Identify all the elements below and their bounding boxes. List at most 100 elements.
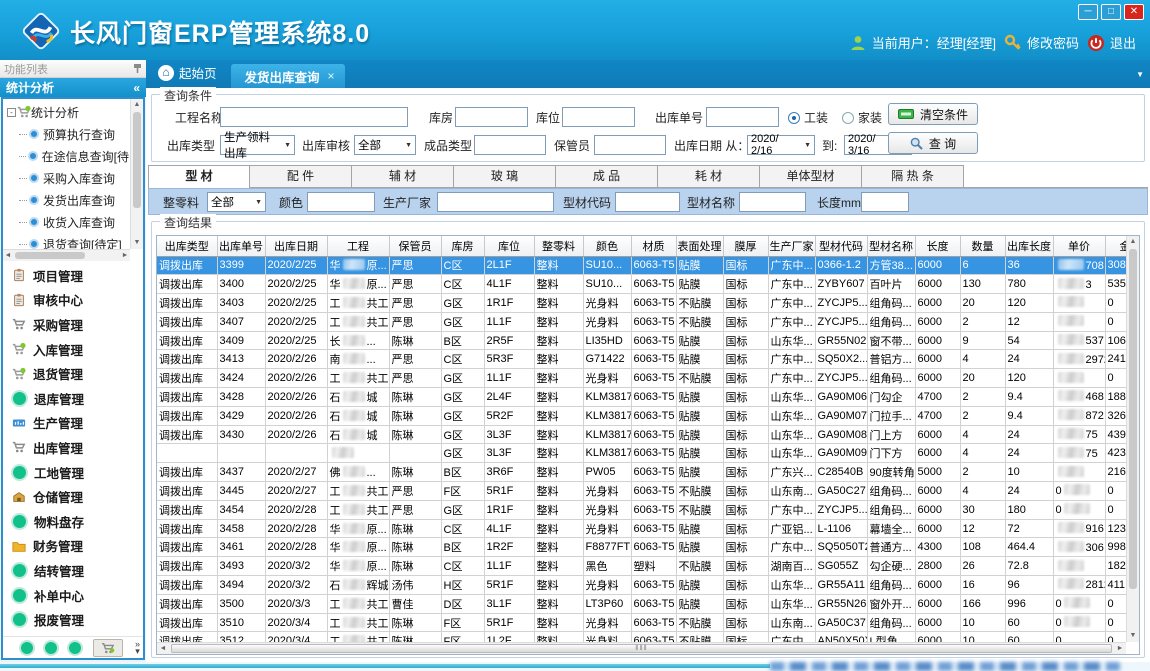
module-dot-button[interactable] — [21, 642, 33, 654]
grid-vertical-scrollbar[interactable]: ▲ ▼ — [1126, 236, 1139, 642]
material-tab-1[interactable]: 型 材 — [148, 165, 250, 187]
date-from-picker[interactable]: 2020/ 2/16▼ — [747, 135, 815, 155]
table-row[interactable]: 调拨出库33992020/2/25华原...严思C区2L1F整料SU10...6… — [157, 256, 1126, 275]
tree-root-statistics[interactable]: - 统计分析 — [5, 101, 129, 123]
table-row[interactable]: 调拨出库34242020/2/26工共工程严思G区1L1F整料光身料6063-T… — [157, 369, 1126, 388]
maximize-button[interactable]: □ — [1101, 4, 1121, 20]
out-type-select[interactable]: 生产领料出库▼ — [220, 135, 295, 155]
tab-close-icon[interactable]: × — [328, 69, 335, 83]
grid-column-header[interactable]: 出库长度 — [1005, 236, 1053, 256]
tab-shipment-query[interactable]: 发货出库查询 × — [231, 64, 345, 88]
material-tab-8[interactable]: 隔 热 条 — [862, 165, 964, 187]
material-tab-2[interactable]: 配 件 — [250, 165, 352, 187]
close-button[interactable]: ✕ — [1124, 4, 1144, 20]
table-row[interactable]: 调拨出库34282020/2/26石城陈琳G区2L4F整料KLM38176063… — [157, 388, 1126, 407]
profile-code-input[interactable] — [615, 192, 680, 212]
material-tab-5[interactable]: 成 品 — [556, 165, 658, 187]
table-row[interactable]: 调拨出库35102020/3/4工共工程陈琳F区5R1F整料光身料6063-T5… — [157, 613, 1126, 632]
sidebar-module-退货管理[interactable]: 退货管理 — [3, 361, 143, 386]
grid-column-header[interactable]: 金 — [1105, 236, 1126, 256]
table-row[interactable]: 调拨出库34302020/2/26石城陈琳G区3L3F整料KLM38176063… — [157, 425, 1126, 444]
location-input[interactable] — [562, 107, 635, 127]
grid-horizontal-scrollbar[interactable]: ◄ ⦀⦀⦀ ► — [157, 642, 1126, 654]
grid-column-header[interactable]: 出库日期 — [265, 236, 327, 256]
sidebar-module-财务管理[interactable]: 财务管理 — [3, 534, 143, 559]
grid-column-header[interactable]: 出库类型 — [157, 236, 217, 256]
sidebar-module-生产管理[interactable]: 生产管理 — [3, 411, 143, 436]
product-type-input[interactable] — [474, 135, 546, 155]
table-row[interactable]: 调拨出库35122020/3/4工共工程陈琳F区1L2F整料光身料6063-T5… — [157, 632, 1126, 642]
scroll-right-arrow[interactable]: ► — [1114, 643, 1126, 655]
grid-column-header[interactable]: 出库单号 — [217, 236, 265, 256]
grid-column-header[interactable]: 数量 — [960, 236, 1005, 256]
table-row[interactable]: 调拨出库34092020/2/25长...陈琳B区2R5F整料LI35HD606… — [157, 331, 1126, 350]
keeper-input[interactable] — [594, 135, 666, 155]
table-row[interactable]: 调拨出库34132020/2/26南...严思C区5R3F整料G71422606… — [157, 350, 1126, 369]
scroll-up-arrow[interactable]: ▲ — [1127, 236, 1139, 248]
scroll-left-arrow[interactable]: ◄ — [157, 643, 169, 655]
tab-home[interactable]: ⌂ 起始页 — [146, 63, 231, 88]
minimize-button[interactable]: ─ — [1078, 4, 1098, 20]
sidebar-module-入库管理[interactable]: 入库管理 — [3, 337, 143, 362]
warehouse-input[interactable] — [455, 107, 528, 127]
table-row[interactable]: 调拨出库34612020/2/28华原...陈琳B区1R2F整料F8877FT6… — [157, 538, 1126, 557]
table-row[interactable]: 调拨出库34072020/2/25工共工程严思G区1L1F整料光身料6063-T… — [157, 312, 1126, 331]
tab-list-dropdown-icon[interactable]: ▼ — [1136, 70, 1144, 79]
sidebar-module-退库管理[interactable]: 退库管理 — [3, 386, 143, 411]
table-row[interactable]: 调拨出库34932020/3/2华原...陈琳C区1L1F整料黑色塑料不贴膜国标… — [157, 557, 1126, 576]
material-tab-7[interactable]: 单体型材 — [760, 165, 862, 187]
grid-column-header[interactable]: 生产厂家 — [768, 236, 815, 256]
sidebar-module-报废管理[interactable]: 报废管理 — [3, 607, 143, 632]
sidebar-module-项目管理[interactable]: 项目管理 — [3, 263, 143, 288]
scroll-right-arrow[interactable]: ► — [120, 250, 130, 261]
audit-select[interactable]: 全部▼ — [354, 135, 416, 155]
table-row[interactable]: 调拨出库35002020/3/3工共工程曹佳D区3L1F整料LT3P606063… — [157, 594, 1126, 613]
tree-item[interactable]: 预算执行查询 — [5, 123, 129, 145]
tree-item[interactable]: 采购入库查询 — [5, 167, 129, 189]
statistics-section-header[interactable]: 统计分析 « — [0, 78, 146, 97]
tree-item[interactable]: 发货出库查询 — [5, 189, 129, 211]
whole-part-select[interactable]: 全部▼ — [207, 192, 266, 212]
sidebar-module-仓储管理[interactable]: 仓储管理 — [3, 484, 143, 509]
grid-column-header[interactable]: 保管员 — [389, 236, 441, 256]
grid-column-header[interactable]: 整零料 — [534, 236, 583, 256]
sidebar-module-结转管理[interactable]: 结转管理 — [3, 558, 143, 583]
tree-item[interactable]: 在途信息查询[待 — [5, 145, 129, 167]
grid-column-header[interactable]: 工程 — [327, 236, 389, 256]
overflow-chevron[interactable]: »▾ — [135, 641, 140, 655]
tree-expand-icon[interactable]: - — [7, 108, 16, 117]
table-row[interactable]: 调拨出库34452020/2/27工共工程严思F区5R1F整料光身料6063-T… — [157, 482, 1126, 501]
cart-quick-button[interactable] — [93, 639, 123, 657]
search-button[interactable]: 查 询 — [888, 132, 978, 154]
material-tab-6[interactable]: 耗 材 — [658, 165, 760, 187]
sidebar-module-出库管理[interactable]: 出库管理 — [3, 435, 143, 460]
radio-gongzhuang[interactable]: 工装 — [788, 109, 828, 126]
change-password-button[interactable]: 修改密码 — [1004, 33, 1079, 52]
grid-column-header[interactable]: 长度 — [915, 236, 960, 256]
table-row[interactable]: 调拨出库34032020/2/25工共工程严思G区1R1F整料光身料6063-T… — [157, 294, 1126, 313]
order-no-input[interactable] — [706, 107, 779, 127]
scroll-left-arrow[interactable]: ◄ — [3, 250, 13, 261]
clear-conditions-button[interactable]: 清空条件 — [888, 103, 978, 125]
grid-column-header[interactable]: 表面处理 — [676, 236, 723, 256]
scroll-down-arrow[interactable]: ▼ — [131, 237, 143, 249]
grid-column-header[interactable]: 库位 — [484, 236, 534, 256]
grid-column-header[interactable]: 膜厚 — [723, 236, 768, 256]
grid-column-header[interactable]: 材质 — [631, 236, 676, 256]
table-row[interactable]: 调拨出库34942020/3/2石辉城汤伟H区5R1F整料光身料6063-T5贴… — [157, 576, 1126, 595]
sidebar-module-审核中心[interactable]: 审核中心 — [3, 288, 143, 313]
table-row[interactable]: 调拨出库34542020/2/28工共工程严思G区1R1F整料光身料6063-T… — [157, 500, 1126, 519]
manufacturer-input[interactable] — [437, 192, 554, 212]
grid-column-header[interactable]: 型材名称 — [867, 236, 915, 256]
table-row[interactable]: G区3L3F整料KLM38176063-T5贴膜国标山东华...GA90M09.… — [157, 444, 1126, 463]
pin-icon[interactable] — [133, 63, 142, 74]
table-row[interactable]: 调拨出库34372020/2/27佛...陈琳B区3R6F整料PW056063-… — [157, 463, 1126, 482]
sidebar-module-采购管理[interactable]: 采购管理 — [3, 312, 143, 337]
tree-item[interactable]: 收货入库查询 — [5, 211, 129, 233]
grid-column-header[interactable]: 库房 — [441, 236, 484, 256]
module-dot-button[interactable] — [45, 642, 57, 654]
grid-column-header[interactable]: 型材代码 — [815, 236, 867, 256]
module-dot-button[interactable] — [69, 642, 81, 654]
material-tab-3[interactable]: 辅 材 — [352, 165, 454, 187]
sidebar-module-工地管理[interactable]: 工地管理 — [3, 460, 143, 485]
